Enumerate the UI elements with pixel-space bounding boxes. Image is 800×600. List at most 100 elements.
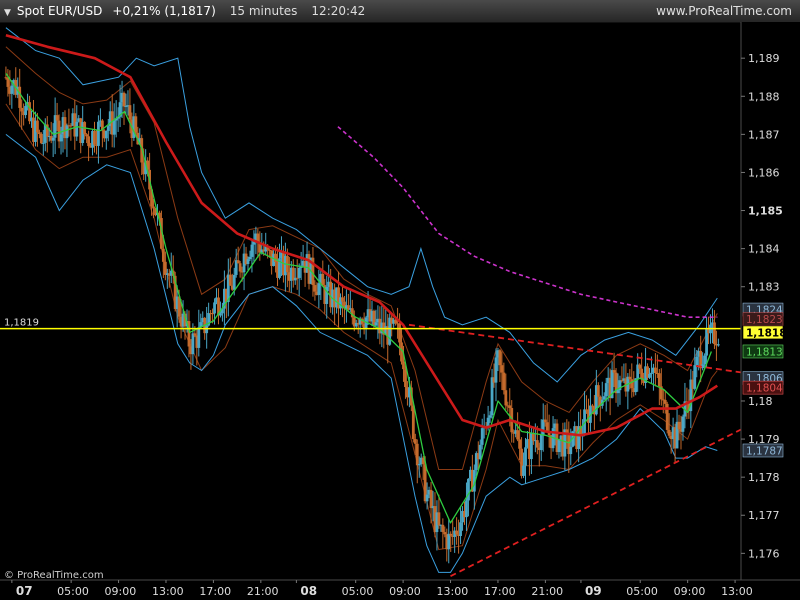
candle-body	[596, 385, 600, 397]
time-label: 09:00	[105, 585, 137, 598]
candle-body	[197, 327, 201, 348]
candle-body	[653, 367, 657, 373]
time-label: 05:00	[57, 585, 89, 598]
price-tick-label: 1,185	[748, 205, 783, 218]
candle-body	[248, 256, 252, 260]
candle-body	[236, 260, 240, 264]
candle-body	[55, 115, 59, 121]
candle-body	[441, 524, 445, 533]
candle-body	[122, 92, 126, 107]
candle-body	[398, 323, 401, 343]
candle-body	[628, 376, 632, 380]
price-label-text: 1,1818	[746, 327, 787, 339]
candle-body	[494, 357, 498, 383]
time-label: 13:00	[437, 585, 469, 598]
price-chart[interactable]: 1,1819 1,189 1,188 1,187 1,186 1,185 1,184 1,1…	[0, 0, 800, 600]
candle-body	[504, 390, 508, 406]
candle-body	[228, 274, 232, 286]
candle-body	[250, 244, 254, 257]
candle-body	[518, 439, 522, 449]
candle-body	[87, 136, 90, 147]
day-label: 08	[300, 584, 317, 598]
candle-body	[274, 253, 277, 262]
time-label: 17:00	[199, 585, 231, 598]
price-tick-label: 1,176	[748, 547, 780, 560]
price-tick-label: 1,183	[748, 281, 780, 294]
candle-body	[417, 464, 421, 466]
candle-body	[41, 142, 45, 144]
candle-body	[716, 344, 720, 346]
candle-body	[455, 530, 459, 535]
candle-body	[313, 285, 317, 292]
envelope-line	[5, 103, 718, 551]
candle-body	[238, 263, 242, 272]
candle-body	[569, 446, 573, 455]
candle-body	[531, 433, 535, 441]
candle-body	[20, 107, 24, 112]
candle-body	[713, 322, 716, 345]
price-tick-label: 1,189	[748, 52, 780, 65]
trendline	[408, 323, 742, 374]
candle-body	[663, 399, 667, 404]
price-tick-label: 1,188	[748, 90, 780, 103]
axis-background	[741, 22, 800, 580]
candle-body	[449, 533, 453, 536]
candle-body	[295, 277, 299, 279]
candle-body	[18, 86, 22, 108]
candle-body	[85, 134, 89, 137]
candle-body	[415, 443, 419, 466]
time-label: 09:00	[389, 585, 421, 598]
candle-body	[106, 126, 110, 131]
candle-body	[681, 416, 685, 432]
right-price-axis[interactable]: 1,1891,1881,1871,1861,1851,1841,1831,181…	[740, 22, 800, 580]
candle-body	[413, 438, 417, 444]
candle-body	[402, 361, 405, 370]
candle-body	[502, 372, 506, 391]
candle-body	[604, 383, 608, 397]
day-label: 09	[585, 584, 602, 598]
time-axis[interactable]: 07 05:00 09:00 13:00 17:00 21:00 08 05:00 09:00 1…	[0, 579, 800, 600]
candle-body	[667, 429, 671, 436]
price-tick-label: 1,184	[748, 243, 780, 256]
time-label: 05:00	[626, 585, 658, 598]
candle-body	[522, 465, 525, 476]
candle-body	[341, 297, 344, 302]
copyright-text: © ProRealTime.com	[4, 570, 104, 581]
price-label-text: 1,1813	[746, 346, 783, 358]
candle-body	[543, 419, 547, 423]
candle-body	[219, 313, 222, 316]
candle-body	[59, 134, 63, 142]
candle-body	[112, 120, 116, 135]
candle-body	[480, 428, 484, 445]
candle-body	[693, 365, 697, 389]
time-label: 13:00	[152, 585, 184, 598]
candle-body	[612, 370, 616, 373]
candle-body	[213, 302, 216, 314]
candle-body	[557, 439, 561, 452]
candle-body	[400, 342, 403, 362]
candle-body	[161, 248, 165, 262]
candle-body	[695, 356, 699, 366]
time-label: 21:00	[247, 585, 279, 598]
time-label: 21:00	[531, 585, 563, 598]
candle-body	[508, 405, 512, 409]
candle-body	[437, 512, 441, 526]
candle-body	[163, 261, 167, 275]
candle-body	[37, 132, 41, 134]
candle-body	[65, 125, 69, 139]
candle-body	[638, 364, 642, 369]
candle-body	[677, 421, 681, 430]
candle-body	[703, 355, 707, 365]
candle-body	[443, 532, 447, 535]
time-label: 09:00	[674, 585, 706, 598]
candle-body	[429, 489, 433, 509]
candle-body	[321, 273, 325, 286]
candle-body	[246, 259, 250, 264]
day-label: 07	[16, 584, 33, 598]
candle-body	[524, 447, 527, 466]
candle-body	[404, 369, 407, 388]
candle-body	[630, 379, 634, 389]
candle-body	[478, 444, 482, 460]
candle-body	[10, 85, 14, 94]
candle-body	[51, 137, 55, 141]
